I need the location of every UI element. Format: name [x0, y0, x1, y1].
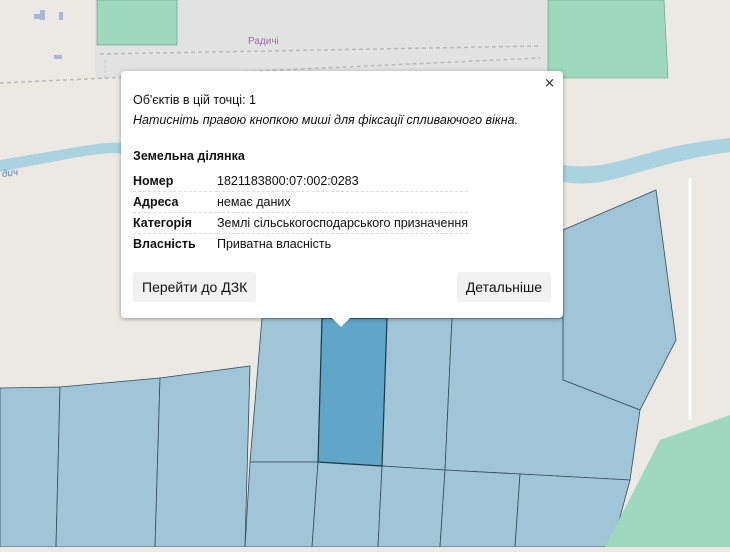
details-button[interactable]: Детальніше — [456, 272, 551, 302]
close-icon[interactable]: × — [544, 77, 555, 91]
parcel[interactable] — [249, 317, 323, 463]
parcel[interactable] — [311, 461, 383, 548]
green-area — [547, 0, 669, 79]
river-label: дич — [1, 166, 19, 181]
parcel[interactable] — [381, 317, 453, 471]
properties-table: Номер 1821183800:07:002:0283 Адреса нема… — [133, 171, 469, 255]
objects-count: Об'єктів в цій точці: 1 — [133, 93, 256, 107]
place-label: Радичі — [248, 36, 279, 47]
parcel[interactable] — [0, 386, 61, 548]
building — [59, 12, 63, 20]
building — [54, 55, 62, 59]
green-area — [96, 0, 178, 46]
parcel[interactable] — [439, 469, 521, 548]
feature-popup: × Об'єктів в цій точці: 1 Натисніть прав… — [121, 71, 563, 318]
parcel[interactable] — [244, 461, 319, 548]
parcel-selected[interactable] — [317, 317, 388, 467]
building — [40, 10, 45, 20]
popup-pointer — [331, 317, 351, 327]
property-key: Номер — [133, 171, 217, 192]
section-title: Земельна ділянка — [133, 149, 245, 163]
property-value: Приватна власність — [217, 237, 332, 251]
property-key: Власність — [133, 237, 196, 251]
property-row: Адреса немає даних — [133, 191, 469, 213]
go-to-cadastre-button[interactable]: Перейти до ДЗК — [133, 272, 257, 302]
property-value: Землі сільськогосподарського призначення — [217, 212, 469, 234]
property-value: 1821183800:07:002:0283 — [217, 171, 469, 192]
property-row: Власність Приватна власність — [133, 234, 468, 255]
property-row: Номер 1821183800:07:002:0283 — [133, 171, 469, 192]
property-row: Категорія Землі сільськогосподарського п… — [133, 212, 469, 234]
parcel[interactable] — [55, 377, 161, 548]
property-key: Категорія — [133, 212, 217, 234]
parcel[interactable] — [377, 465, 446, 548]
property-value: немає даних — [217, 191, 469, 213]
property-key: Адреса — [133, 191, 217, 213]
popup-hint: Натисніть правою кнопкою миші для фіксац… — [133, 113, 519, 127]
parcel[interactable] — [154, 365, 251, 548]
